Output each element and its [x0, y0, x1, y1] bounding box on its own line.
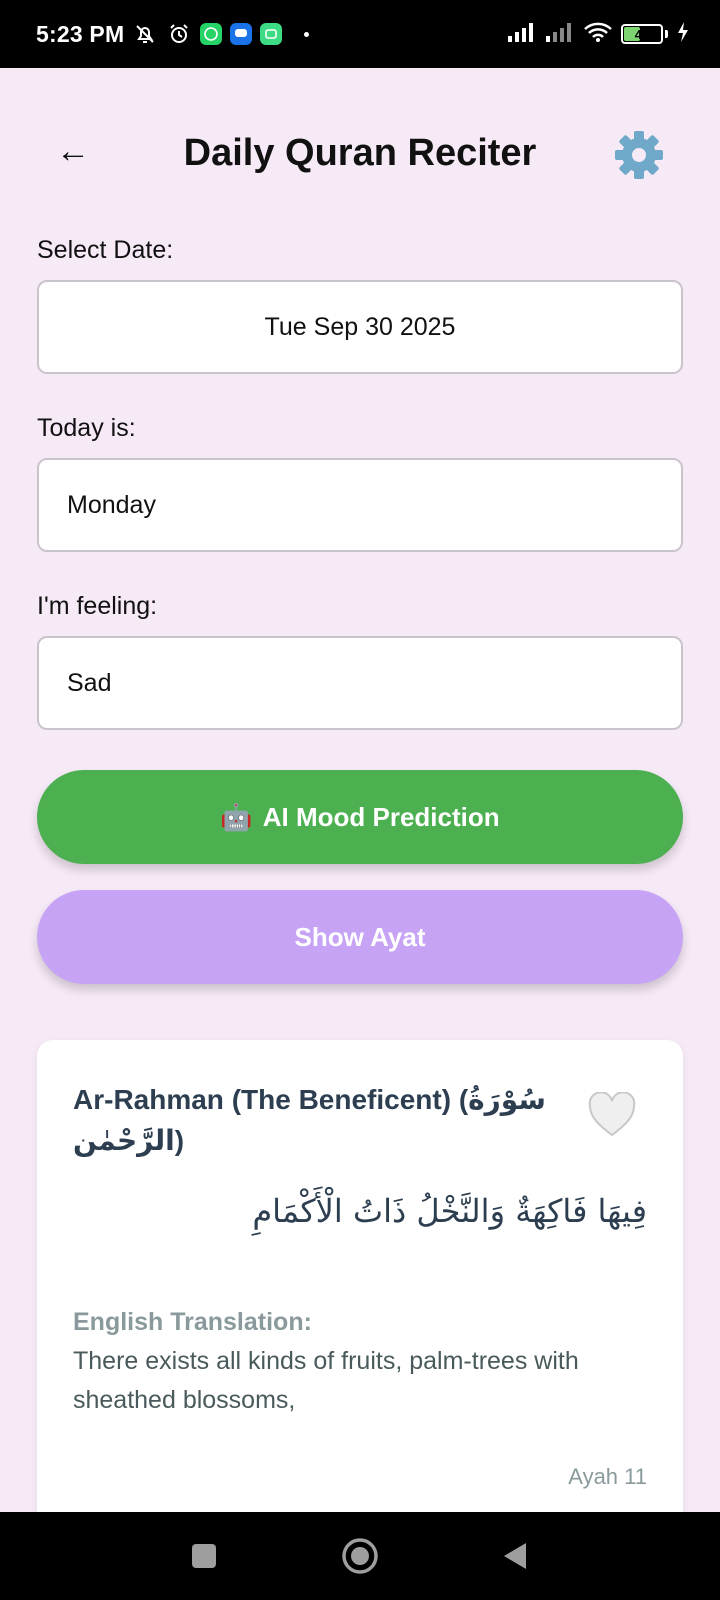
arabic-ayah-text: فِيهَا فَاكِهَةٌ وَالنَّخْلُ ذَاتُ الْأَ…	[252, 1192, 647, 1230]
show-ayat-label: Show Ayat	[294, 921, 426, 952]
more-notifications-dot	[304, 31, 310, 37]
signal-icon	[545, 21, 575, 48]
gear-icon[interactable]	[612, 128, 666, 182]
status-notification-icons	[132, 21, 310, 47]
system-nav-bar	[0, 1512, 720, 1600]
android-app-icon	[260, 23, 283, 45]
ai-mood-prediction-button[interactable]: 🤖 AI Mood Prediction	[37, 770, 683, 864]
feeling-label: I'm feeling:	[37, 592, 158, 620]
heart-outline-icon[interactable]	[587, 1091, 637, 1138]
alarm-icon	[166, 21, 192, 47]
status-system-icons: 47	[507, 21, 690, 48]
translation-text: There exists all kinds of fruits, palm-t…	[73, 1347, 579, 1414]
notifications-muted-icon	[132, 21, 158, 47]
date-label: Select Date:	[37, 236, 174, 264]
translation-label: English Translation:	[73, 1308, 312, 1336]
back-triangle-icon[interactable]	[494, 1534, 538, 1578]
messages-icon	[230, 23, 253, 45]
robot-icon: 🤖	[220, 801, 253, 832]
feeling-field[interactable]: Sad	[37, 636, 683, 730]
app-screen: 5:23 PM 47 ← Daily Quran Reciter Select …	[0, 0, 720, 1600]
whatsapp-icon	[200, 23, 223, 45]
status-bar: 5:23 PM 47	[0, 0, 720, 68]
battery-tip	[665, 30, 668, 38]
show-ayat-button[interactable]: Show Ayat	[37, 890, 683, 984]
date-picker-field[interactable]: Tue Sep 30 2025	[37, 280, 683, 374]
wifi-icon	[583, 21, 613, 48]
ai-mood-prediction-label: AI Mood Prediction	[262, 801, 500, 832]
battery-icon: 47	[621, 24, 663, 44]
day-label: Today is:	[37, 414, 136, 442]
battery-level: 47	[634, 26, 650, 42]
home-icon[interactable]	[338, 1534, 382, 1578]
app-header: ← Daily Quran Reciter	[0, 118, 720, 190]
charging-icon	[676, 21, 690, 48]
ayah-number: Ayah 11	[568, 1464, 647, 1489]
signal-icon	[507, 21, 537, 48]
status-time: 5:23 PM	[36, 20, 125, 47]
surah-title: Ar-Rahman (The Beneficent) (سُوْرَةُ الر…	[73, 1084, 546, 1156]
day-field[interactable]: Monday	[37, 458, 683, 552]
recents-icon[interactable]	[182, 1534, 226, 1578]
